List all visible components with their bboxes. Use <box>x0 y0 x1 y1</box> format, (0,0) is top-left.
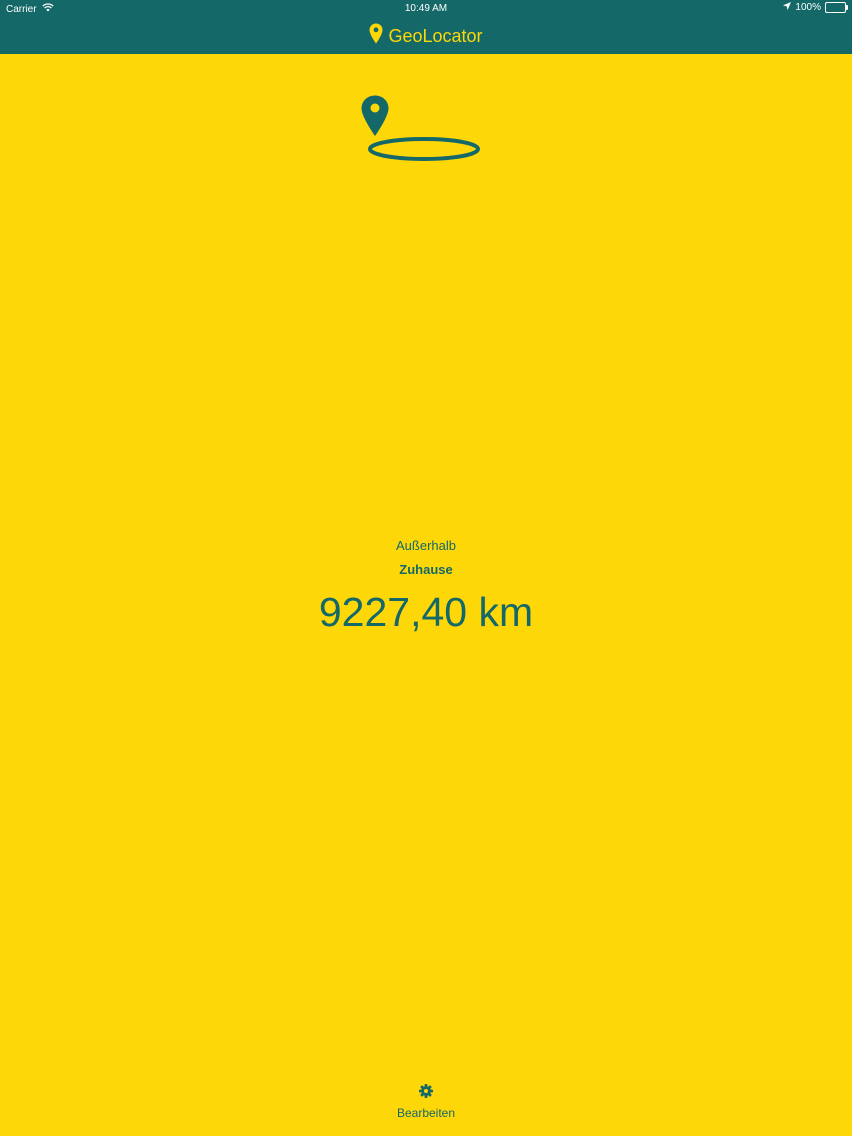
location-marker-graphic <box>360 94 484 171</box>
battery-icon <box>825 2 848 13</box>
status-right: 100% <box>783 2 848 13</box>
distance-readout: 9227,40 km <box>318 589 534 635</box>
gear-icon <box>419 1084 433 1103</box>
edit-button-label: Bearbeiten <box>396 1106 456 1120</box>
location-status: Außerhalb Zuhause 9227,40 km <box>0 538 852 636</box>
status-bar: Carrier 10:49 AM 100% <box>0 0 852 18</box>
battery-percent: 100% <box>795 2 821 13</box>
edit-button[interactable]: Bearbeiten <box>376 1084 476 1124</box>
map-pin-icon <box>369 23 383 49</box>
status-time: 10:49 AM <box>404 3 448 14</box>
navigation-bar: GeoLocator <box>0 18 852 54</box>
geofence-status: Außerhalb <box>396 538 456 553</box>
zone-name: Zuhause <box>399 562 453 577</box>
app-title: GeoLocator <box>388 25 483 46</box>
location-arrow-icon <box>783 2 792 13</box>
